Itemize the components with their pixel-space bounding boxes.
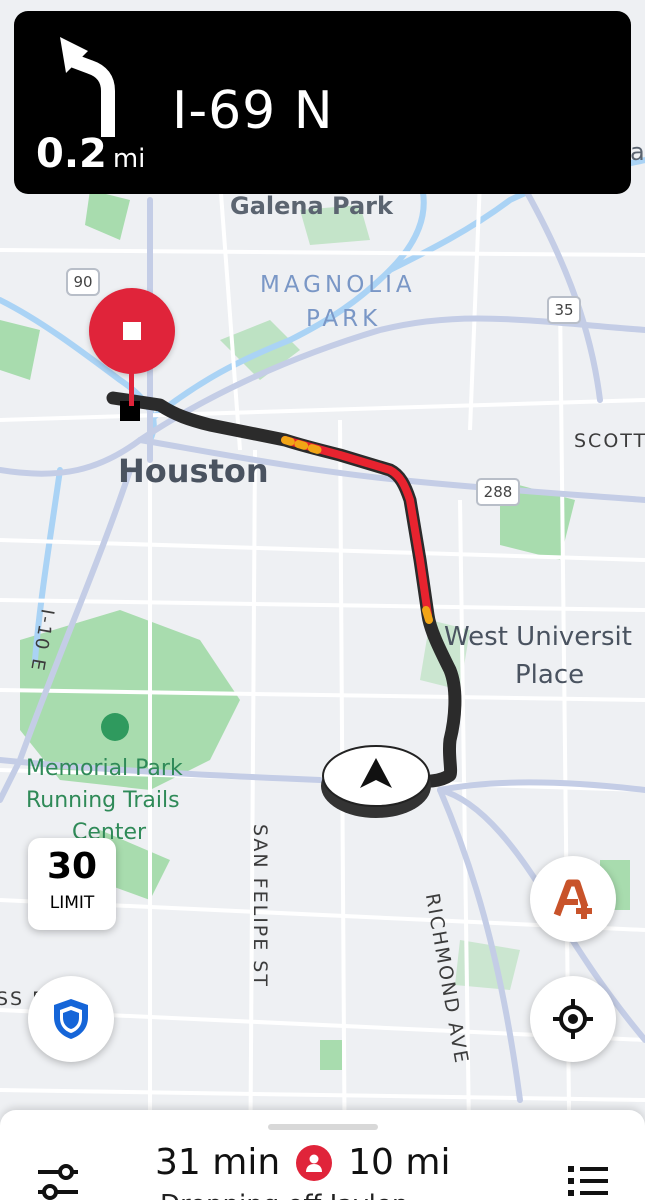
park-pin-icon: [101, 713, 129, 741]
highway-shield-tx288: 288: [476, 478, 520, 506]
map-label-san-felipe: SAN FELIPE ST: [248, 824, 271, 988]
distance-unit: mi: [112, 144, 146, 174]
map-label-west-university: West Universit: [444, 622, 632, 652]
map-label-park: PARK: [306, 306, 382, 332]
sheet-drag-handle[interactable]: [268, 1124, 378, 1130]
distance-to-turn: 0.2 mi: [36, 131, 145, 177]
report-hazard-button[interactable]: [530, 856, 616, 942]
safety-toolkit-button[interactable]: [28, 976, 114, 1062]
destination-pin-icon: [89, 288, 175, 374]
settings-sliders-icon[interactable]: [36, 1162, 80, 1200]
hazard-add-icon: [553, 879, 592, 919]
list-menu-icon[interactable]: [566, 1162, 610, 1200]
map-label-houston: Houston: [118, 452, 269, 490]
highway-shield-tx35: 35: [547, 296, 581, 324]
trip-time: 31 min: [155, 1142, 281, 1183]
map-label-galena-park: Galena Park: [230, 192, 393, 220]
highway-shield-us90: 90: [66, 268, 100, 296]
shield-icon: [54, 999, 88, 1039]
map-label-memorial-park-1: Memorial Park: [26, 756, 183, 781]
map-label-partial-right-top: a: [630, 138, 645, 166]
vehicle-puck-icon: [321, 745, 431, 818]
map-label-magnolia: MAGNOLIA: [260, 272, 416, 298]
speed-limit-label: LIMIT: [49, 893, 95, 913]
distance-value: 0.2: [36, 131, 107, 177]
recenter-button[interactable]: [530, 976, 616, 1062]
destination-pin-stem: [129, 372, 134, 406]
speed-limit-sign: 30 LIMIT: [28, 838, 116, 930]
trip-distance: 10 mi: [348, 1142, 451, 1183]
trip-summary: 31 min 10 mi: [155, 1142, 450, 1183]
map-label-scott: SCOTT: [574, 430, 645, 452]
turn-left-arrow-icon: [60, 37, 115, 137]
trip-bottom-sheet[interactable]: 31 min 10 mi Dropping off Jaylen: [0, 1110, 645, 1200]
trip-status: Dropping off Jaylen: [160, 1190, 408, 1200]
route-segment-moderate-traffic-2: [422, 606, 433, 624]
turn-instruction-banner[interactable]: I-69 N 0.2 mi: [14, 11, 631, 194]
rider-icon: [296, 1144, 333, 1181]
map-label-place: Place: [515, 660, 585, 690]
locate-crosshair-icon: [553, 999, 593, 1039]
next-street-name: I-69 N: [172, 81, 334, 141]
map-label-memorial-park-2: Running Trails: [26, 788, 180, 813]
speed-limit-value: 30: [46, 846, 98, 887]
